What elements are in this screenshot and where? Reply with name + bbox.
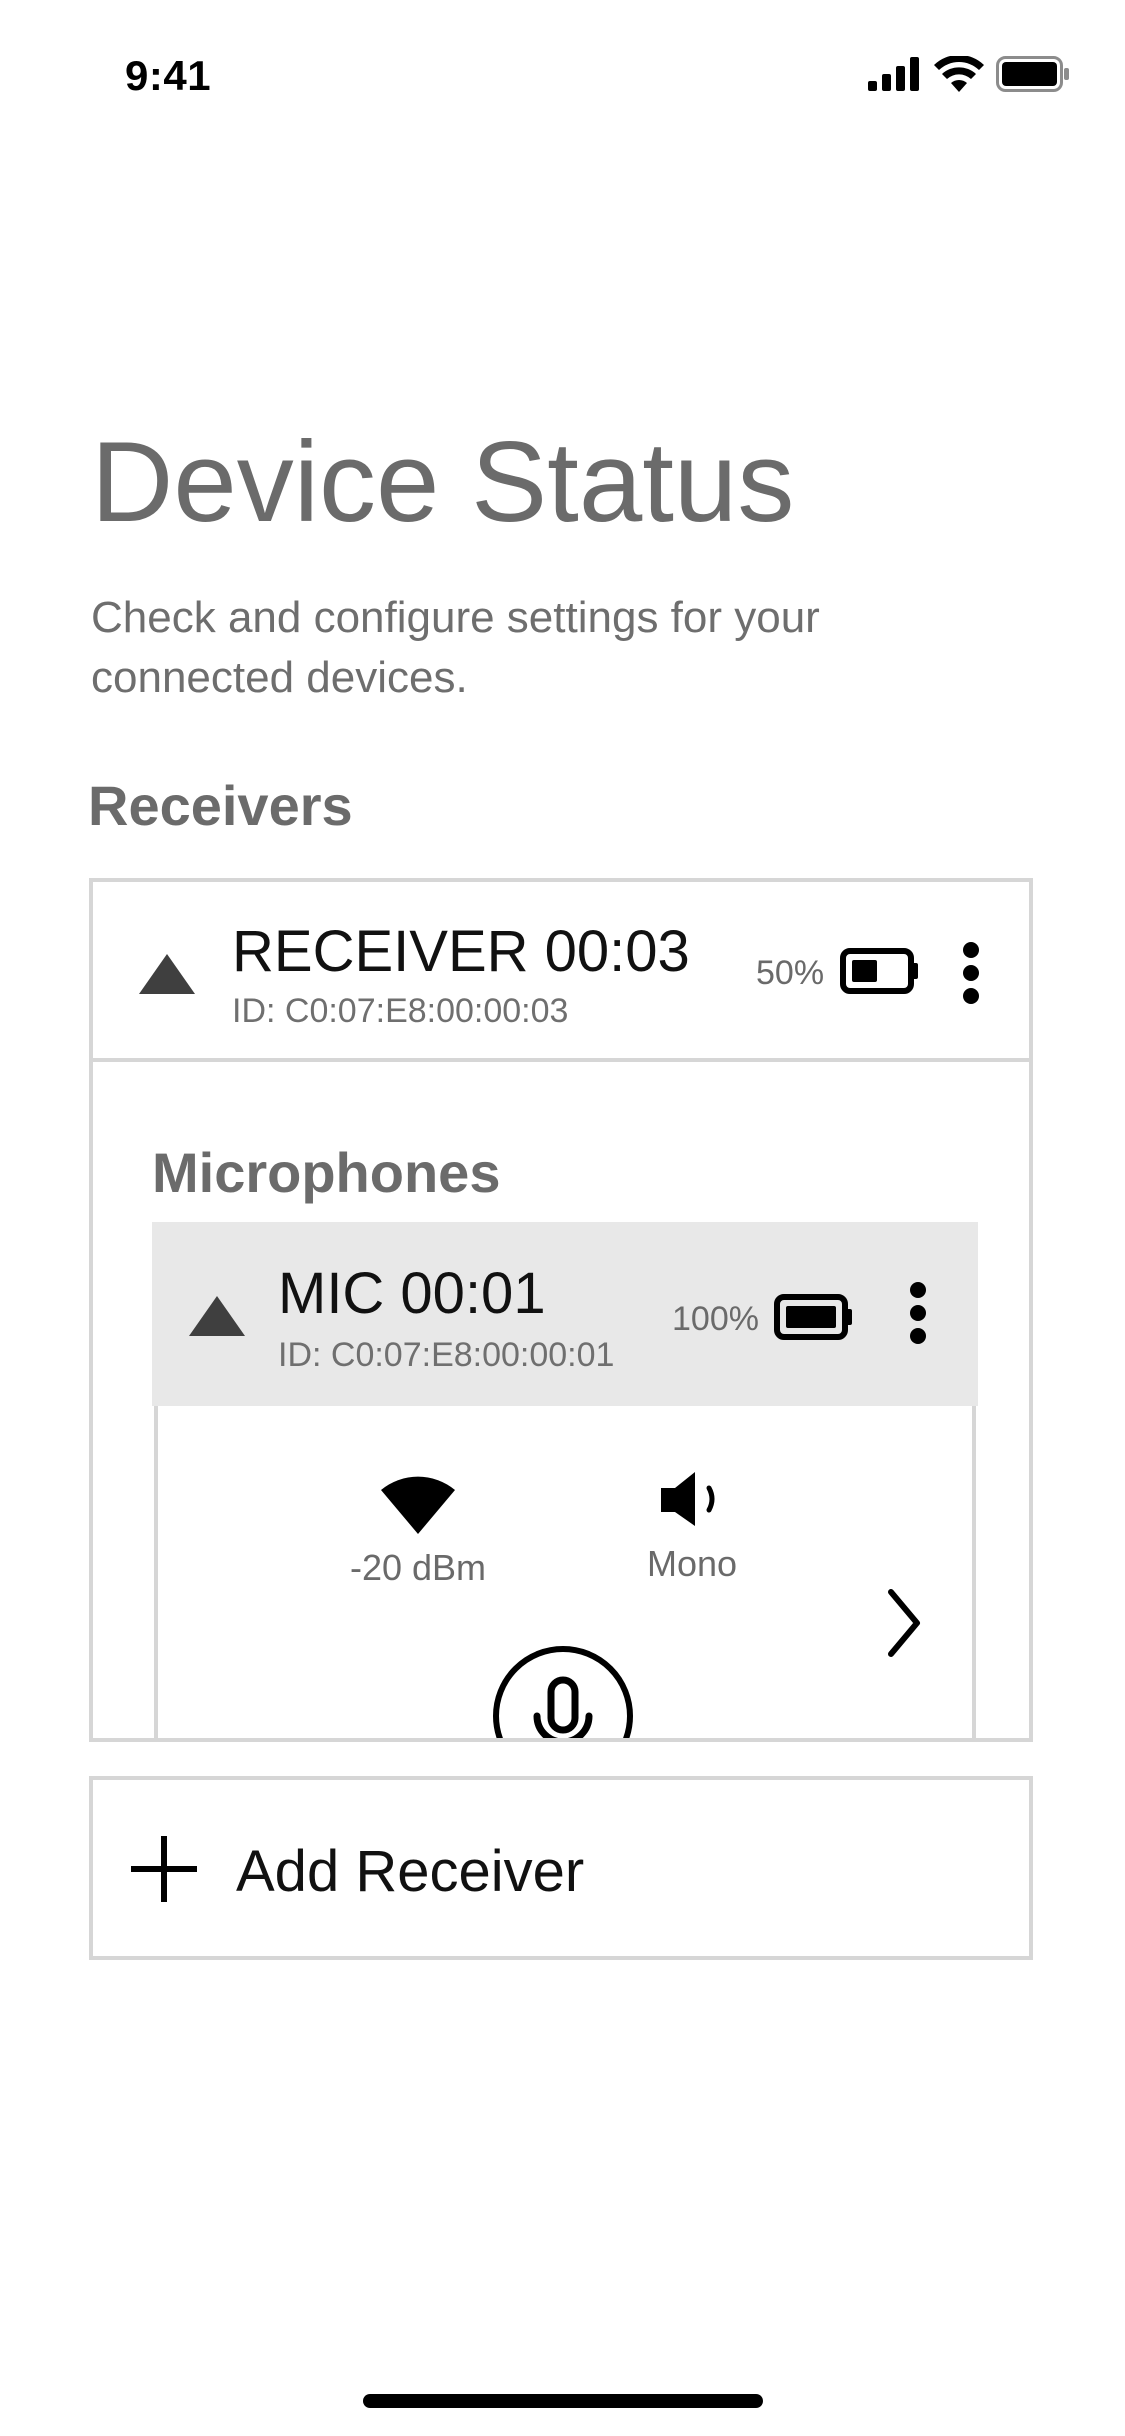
status-icons <box>868 56 1070 92</box>
status-time: 9:41 <box>125 52 212 99</box>
device-status-screen: 9:41 Device Status Check and configure s… <box>0 0 1125 2436</box>
channel-mode-value: Mono <box>646 1543 738 1584</box>
battery-icon <box>774 1294 852 1340</box>
wifi-signal-icon <box>381 1476 455 1534</box>
battery-icon <box>840 948 918 994</box>
collapse-triangle-icon[interactable] <box>189 1296 245 1336</box>
mic-card: MIC 00:01 ID: C0:07:E8:00:00:01 100% -20… <box>152 1222 978 1738</box>
microphone-icon <box>533 1676 593 1738</box>
chevron-right-icon[interactable] <box>883 1588 923 1658</box>
mic-header[interactable]: MIC 00:01 ID: C0:07:E8:00:00:01 100% <box>152 1222 978 1406</box>
receivers-heading: Receivers <box>88 774 353 837</box>
plus-icon <box>131 1836 197 1902</box>
signal-value: -20 dBm <box>349 1547 487 1588</box>
more-options-icon[interactable] <box>961 940 981 1006</box>
mic-id: ID: C0:07:E8:00:00:01 <box>278 1336 615 1374</box>
cellular-signal-icon <box>868 57 919 91</box>
channel-mode: Mono <box>592 1468 792 1585</box>
receiver-id: ID: C0:07:E8:00:00:03 <box>232 992 569 1030</box>
page-subtitle: Check and configure settings for your co… <box>91 593 820 702</box>
mic-name: MIC 00:01 <box>278 1261 546 1326</box>
signal-strength: -20 dBm <box>318 1476 518 1589</box>
receiver-name: RECEIVER 00:03 <box>232 919 690 984</box>
more-options-icon[interactable] <box>908 1280 928 1346</box>
battery-icon <box>996 56 1069 92</box>
collapse-triangle-icon[interactable] <box>139 954 195 994</box>
page-title: Device Status <box>91 419 795 546</box>
mic-record-button[interactable] <box>493 1646 633 1738</box>
home-indicator[interactable] <box>363 2394 763 2408</box>
wifi-icon <box>934 56 984 92</box>
add-receiver-label: Add Receiver <box>236 1839 585 1904</box>
receiver-card: RECEIVER 00:03 ID: C0:07:E8:00:00:03 50%… <box>89 878 1033 1742</box>
mic-details: -20 dBm Mono <box>154 1406 976 1738</box>
add-receiver-button[interactable]: Add Receiver <box>89 1776 1033 1960</box>
microphones-heading: Microphones <box>152 1141 501 1204</box>
mic-battery-percent: 100% <box>672 1300 759 1338</box>
receiver-header[interactable]: RECEIVER 00:03 ID: C0:07:E8:00:00:03 50% <box>93 882 1029 1062</box>
receiver-battery-percent: 50% <box>756 954 825 992</box>
speaker-icon <box>661 1472 715 1526</box>
